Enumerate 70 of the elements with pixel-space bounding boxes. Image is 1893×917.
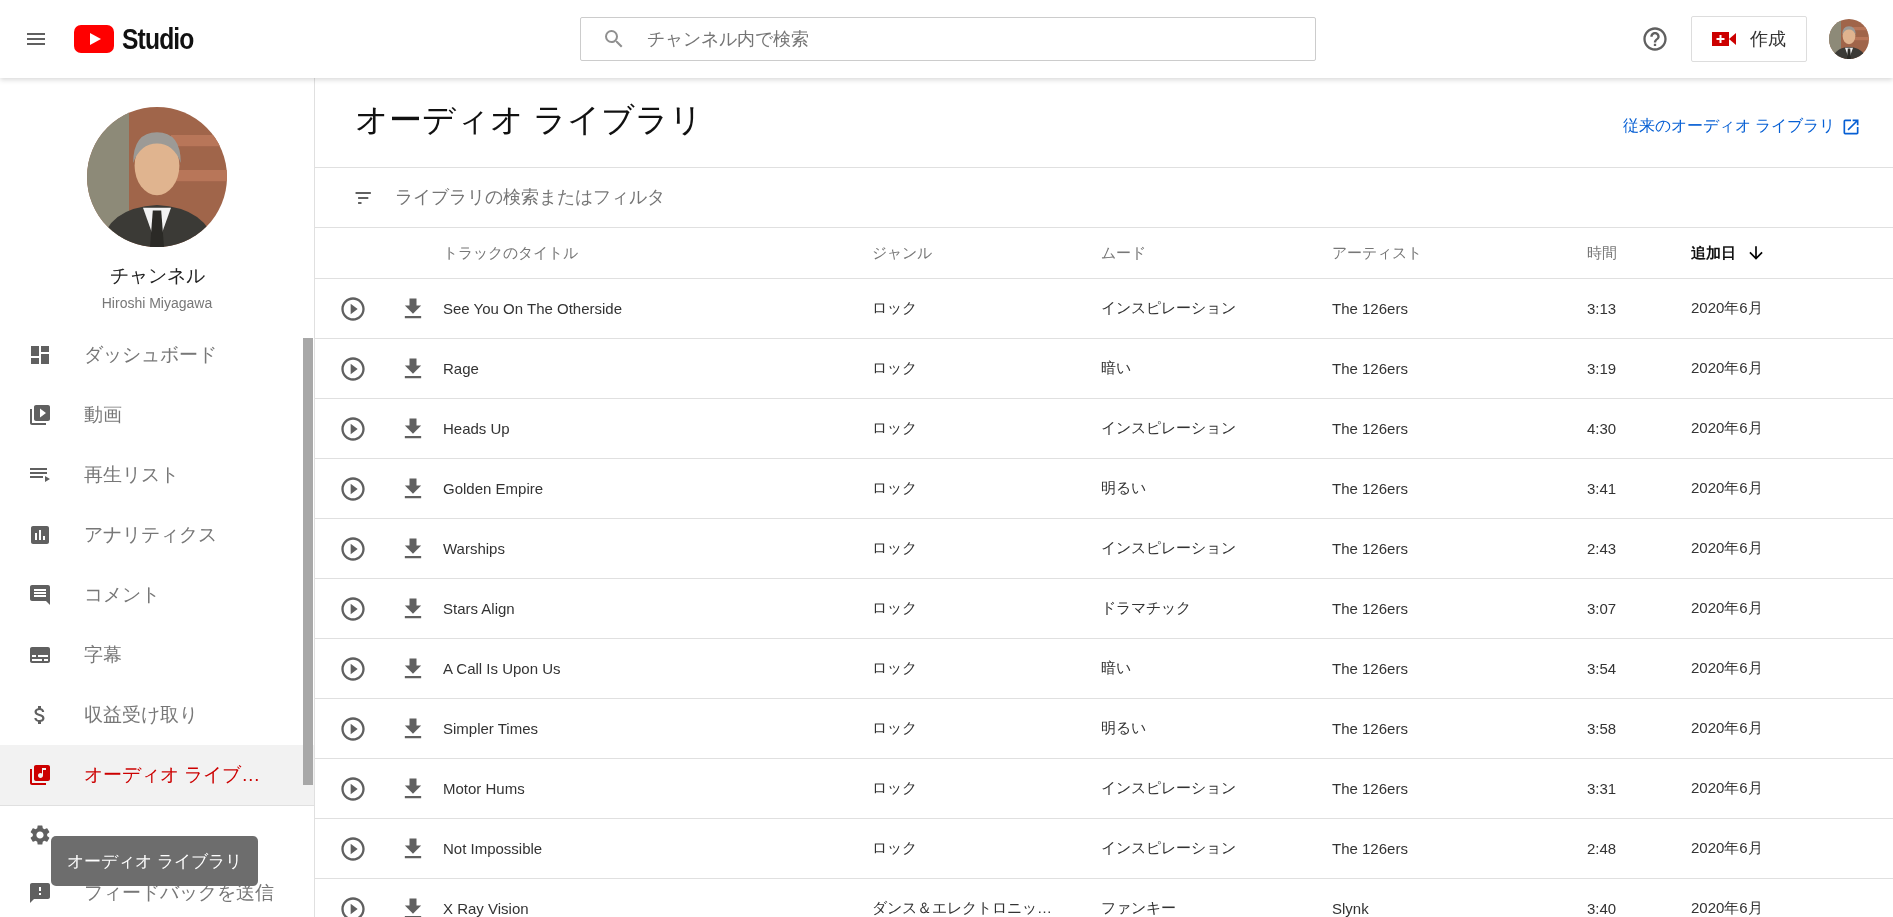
table-cell-text: ロック: [872, 479, 918, 498]
table-cell-text: ロック: [872, 599, 918, 618]
table-cell-text: 2020年6月: [1691, 839, 1764, 858]
table-cell-text: The 126ers: [1332, 780, 1409, 797]
table-cell-text: ロック: [872, 839, 918, 858]
table-cell-text: The 126ers: [1332, 420, 1409, 437]
table-cell-text: 明るい: [1101, 719, 1147, 738]
table-cell-text: インスピレーション: [1101, 299, 1237, 318]
table-cell-text: Rage: [443, 360, 480, 377]
table-cell-text: A Call Is Upon Us: [443, 660, 562, 677]
table-cell-text: 2020年6月: [1691, 779, 1764, 798]
table-cell-text: The 126ers: [1332, 480, 1409, 497]
table-cell-text: ロック: [872, 659, 918, 678]
table-cell-text: See You On The Otherside: [443, 300, 624, 317]
table-cell-text: 2:48: [1587, 840, 1618, 857]
table-cell-text: ロック: [872, 299, 918, 318]
table-cell-text: X Ray Vision: [443, 900, 530, 917]
table-cell-text: Stars Align: [443, 600, 516, 617]
table-cell-text: 3:13: [1587, 300, 1618, 317]
table-cell-text: 3:40: [1587, 900, 1618, 917]
table-cell-text: 明るい: [1101, 479, 1147, 498]
table-cell-text: 3:54: [1587, 660, 1618, 677]
channel-title: チャンネル: [109, 264, 205, 288]
channel-name: Hiroshi Miyagawa: [101, 295, 213, 311]
table-cell-text: Motor Hums: [443, 780, 526, 797]
table-cell-text: インスピレーション: [1101, 539, 1237, 558]
table-cell-text: インスピレーション: [1101, 419, 1237, 438]
table-cell-text: 2020年6月: [1691, 599, 1764, 618]
table-cell-text: ロック: [872, 539, 918, 558]
table-cell-text: The 126ers: [1332, 840, 1409, 857]
table-cell-text: 2020年6月: [1691, 719, 1764, 738]
table-cell-text: ロック: [872, 359, 918, 378]
table-cell-text: 2020年6月: [1691, 539, 1764, 558]
table-cell-text: ファンキー: [1101, 899, 1177, 917]
table-cell-text: The 126ers: [1332, 600, 1409, 617]
table-cell-text: ダンス＆エレクトロニッ…: [872, 899, 1053, 917]
table-cell-text: ロック: [872, 419, 918, 438]
table-cell-text: 暗い: [1101, 659, 1132, 678]
page-title: オーディオ ライブラリ: [355, 100, 704, 140]
table-cell-text: Slynk: [1332, 900, 1370, 917]
table-cell-text: Not Impossible: [443, 840, 544, 857]
tooltip: オーディオ ライブラリ: [51, 836, 258, 886]
table-cell-text: 2:43: [1587, 540, 1618, 557]
table-cell-text: インスピレーション: [1101, 779, 1237, 798]
table-cell-text: Golden Empire: [443, 480, 545, 497]
table-cell-text: 2020年6月: [1691, 479, 1764, 498]
table-cell-text: The 126ers: [1332, 540, 1409, 557]
table-cell-text: 2020年6月: [1691, 299, 1764, 318]
table-cell-text: 暗い: [1101, 359, 1132, 378]
table-cell-text: 2020年6月: [1691, 419, 1764, 438]
table-cell-text: 2020年6月: [1691, 899, 1764, 917]
table-cell-text: The 126ers: [1332, 300, 1409, 317]
table-cell-text: 3:19: [1587, 360, 1618, 377]
table-cell-text: ロック: [872, 719, 918, 738]
table-cell-text: 2020年6月: [1691, 659, 1764, 678]
table-cell-text: 3:31: [1587, 780, 1618, 797]
table-cell-text: Heads Up: [443, 420, 511, 437]
table-cell-text: Warships: [443, 540, 506, 557]
table-cell-text: 3:41: [1587, 480, 1618, 497]
table-cell-text: The 126ers: [1332, 360, 1409, 377]
table-cell-text: インスピレーション: [1101, 839, 1237, 858]
table-cell-text: 4:30: [1587, 420, 1618, 437]
table-cell-text: The 126ers: [1332, 660, 1409, 677]
table-cell-text: 3:58: [1587, 720, 1618, 737]
table-cell-text: Simpler Times: [443, 720, 540, 737]
table-cell-text: 3:07: [1587, 600, 1618, 617]
table-cell-text: ロック: [872, 779, 918, 798]
table-cell-text: 2020年6月: [1691, 359, 1764, 378]
table-cell-text: The 126ers: [1332, 720, 1409, 737]
table-cell-text: ドラマチック: [1101, 599, 1192, 618]
